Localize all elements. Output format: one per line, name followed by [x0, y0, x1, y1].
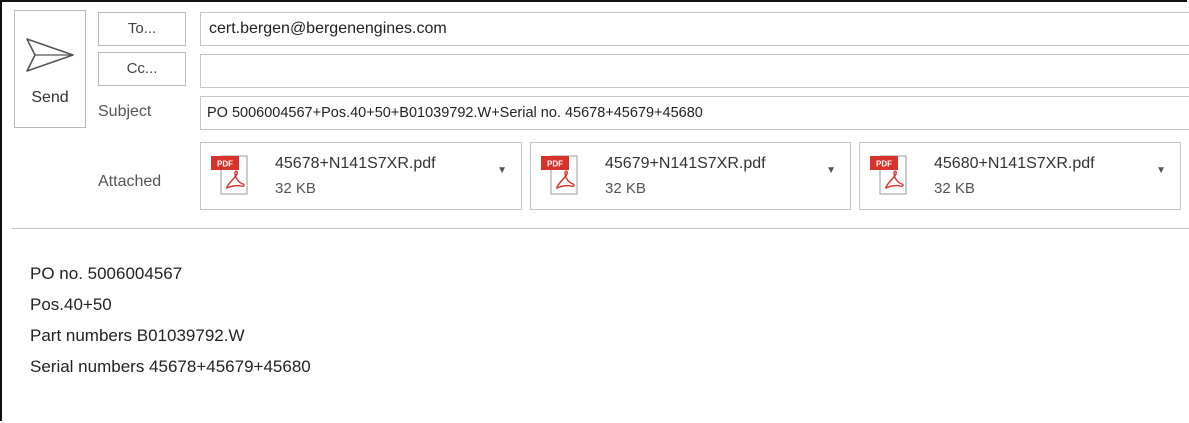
body-line: Serial numbers 45678+45679+45680: [30, 357, 311, 376]
attachment-item[interactable]: PDF 45679+N141S7XR.pdf 32 KB ▼: [530, 142, 851, 210]
message-body[interactable]: PO no. 5006004567 Pos.40+50 Part numbers…: [30, 258, 311, 382]
header-divider: [12, 228, 1189, 229]
svg-text:PDF: PDF: [217, 160, 233, 169]
body-line: Part numbers B01039792.W: [30, 326, 245, 345]
chevron-down-icon[interactable]: ▼: [826, 165, 836, 176]
attachment-item[interactable]: PDF 45678+N141S7XR.pdf 32 KB ▼: [200, 142, 522, 210]
send-label: Send: [31, 89, 69, 106]
body-line: PO no. 5006004567: [30, 264, 183, 283]
pdf-icon: PDF: [211, 155, 248, 195]
attachment-size: 32 KB: [934, 180, 975, 197]
svg-text:PDF: PDF: [547, 160, 563, 169]
attachment-size: 32 KB: [275, 180, 316, 197]
cc-button[interactable]: Cc...: [98, 52, 186, 86]
chevron-down-icon[interactable]: ▼: [497, 165, 507, 176]
svg-text:PDF: PDF: [876, 160, 892, 169]
attachment-name: 45680+N141S7XR.pdf: [934, 155, 1095, 172]
to-field[interactable]: cert.bergen@bergenengines.com: [200, 12, 1189, 46]
send-button[interactable]: Send: [14, 10, 86, 128]
attachment-name: 45678+N141S7XR.pdf: [275, 155, 436, 172]
subject-label: Subject: [98, 103, 152, 120]
attachment-name: 45679+N141S7XR.pdf: [605, 155, 766, 172]
pdf-icon: PDF: [541, 155, 578, 195]
attached-label: Attached: [98, 173, 162, 190]
send-icon: [26, 38, 74, 72]
body-line: Pos.40+50: [30, 295, 112, 314]
attachment-item[interactable]: PDF 45680+N141S7XR.pdf 32 KB ▼: [859, 142, 1181, 210]
chevron-down-icon[interactable]: ▼: [1156, 165, 1166, 176]
pdf-icon: PDF: [870, 155, 907, 195]
attachment-size: 32 KB: [605, 180, 646, 197]
cc-field[interactable]: [200, 54, 1189, 88]
to-button[interactable]: To...: [98, 12, 186, 46]
subject-field[interactable]: PO 5006004567+Pos.40+50+B01039792.W+Seri…: [200, 96, 1189, 130]
